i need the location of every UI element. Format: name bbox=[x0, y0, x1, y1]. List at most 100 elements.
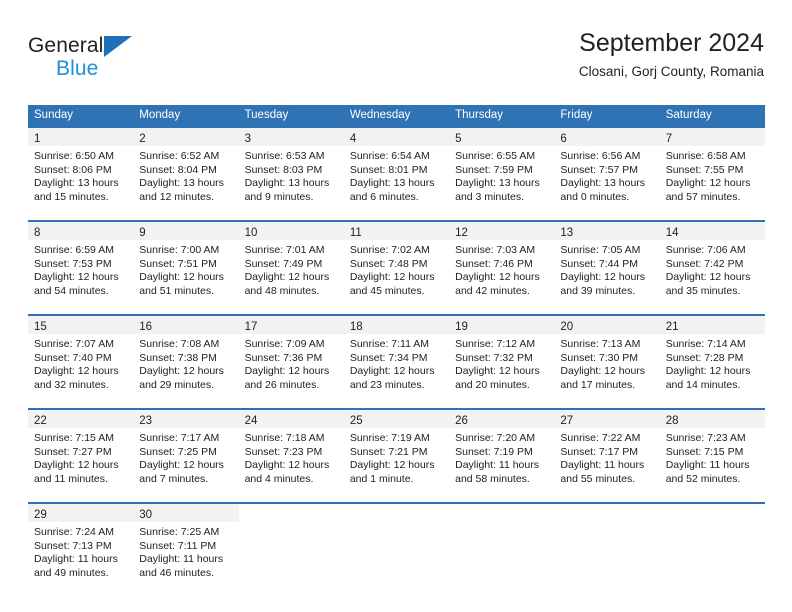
day-details: Sunrise: 6:56 AM Sunset: 7:57 PM Daylight:… bbox=[554, 146, 659, 204]
sunrise-text: Sunrise: 6:58 AM bbox=[665, 150, 746, 162]
day-details: Sunrise: 6:58 AM Sunset: 7:55 PM Daylight:… bbox=[660, 146, 765, 204]
day-number-band: 14 bbox=[659, 222, 765, 240]
daylight-text-line1: Daylight: 12 hours bbox=[34, 271, 119, 284]
calendar-day-cell[interactable]: 24 Sunrise: 7:18 AM Sunset: 7:23 PM Dayligh… bbox=[238, 408, 344, 496]
daylight-text-line1: Daylight: 13 hours bbox=[139, 177, 224, 190]
sunset-text: Sunset: 7:51 PM bbox=[139, 257, 217, 270]
day-cell-inner: 12 Sunrise: 7:03 AM Sunset: 7:46 PM Dayligh… bbox=[449, 222, 555, 308]
day-number-band: 28 bbox=[659, 410, 765, 428]
day-details: Sunrise: 6:52 AM Sunset: 8:04 PM Daylight:… bbox=[133, 146, 238, 204]
day-number: 12 bbox=[455, 227, 468, 239]
calendar-day-cell[interactable]: 1 Sunrise: 6:50 AM Sunset: 8:06 PM Daylight… bbox=[28, 126, 134, 214]
daylight-text-line1: Daylight: 12 hours bbox=[139, 271, 224, 284]
calendar-day-cell[interactable]: 15 Sunrise: 7:07 AM Sunset: 7:40 PM Dayligh… bbox=[28, 314, 134, 402]
calendar-day-cell[interactable]: 19 Sunrise: 7:12 AM Sunset: 7:32 PM Dayligh… bbox=[449, 314, 555, 402]
calendar-day-cell[interactable]: 9 Sunrise: 7:00 AM Sunset: 7:51 PM Daylight… bbox=[133, 220, 239, 308]
calendar-day-cell[interactable]: 27 Sunrise: 7:22 AM Sunset: 7:17 PM Dayligh… bbox=[554, 408, 660, 496]
calendar-day-cell[interactable]: 16 Sunrise: 7:08 AM Sunset: 7:38 PM Dayligh… bbox=[133, 314, 239, 402]
day-cell-inner: 25 Sunrise: 7:19 AM Sunset: 7:21 PM Dayligh… bbox=[343, 410, 450, 496]
day-number-band bbox=[554, 504, 659, 522]
day-cell-inner: 30 Sunrise: 7:25 AM Sunset: 7:11 PM Dayligh… bbox=[133, 504, 239, 590]
sunrise-text: Sunrise: 7:22 AM bbox=[560, 432, 641, 444]
daylight-text-line1: Daylight: 12 hours bbox=[34, 365, 119, 378]
calendar-day-cell[interactable]: 18 Sunrise: 7:11 AM Sunset: 7:34 PM Dayligh… bbox=[343, 314, 450, 402]
calendar-day-cell[interactable]: 4 Sunrise: 6:54 AM Sunset: 8:01 PM Daylight… bbox=[343, 126, 450, 214]
daylight-text-line2: and 48 minutes. bbox=[244, 284, 320, 297]
day-number: 23 bbox=[139, 415, 153, 427]
day-cell-inner bbox=[344, 504, 449, 590]
day-details: Sunrise: 6:55 AM Sunset: 7:59 PM Daylight:… bbox=[449, 146, 554, 204]
day-details: Sunrise: 7:15 AM Sunset: 7:27 PM Daylight:… bbox=[28, 428, 133, 486]
day-number: 8 bbox=[34, 227, 41, 239]
calendar-day-cell[interactable]: 8 Sunrise: 6:59 AM Sunset: 7:53 PM Daylight… bbox=[28, 220, 134, 308]
daylight-text-line1: Daylight: 12 hours bbox=[665, 177, 751, 190]
calendar-day-cell[interactable]: 22 Sunrise: 7:15 AM Sunset: 7:27 PM Dayligh… bbox=[28, 408, 134, 496]
calendar-day-cell[interactable]: 26 Sunrise: 7:20 AM Sunset: 7:19 PM Dayligh… bbox=[449, 408, 555, 496]
day-details: Sunrise: 6:54 AM Sunset: 8:01 PM Daylight:… bbox=[344, 146, 449, 204]
day-cell-inner: 13 Sunrise: 7:05 AM Sunset: 7:44 PM Dayligh… bbox=[554, 222, 660, 308]
sunrise-text: Sunrise: 7:15 AM bbox=[34, 432, 114, 444]
day-cell-inner: 14 Sunrise: 7:06 AM Sunset: 7:42 PM Dayligh… bbox=[659, 222, 765, 308]
calendar-day-cell[interactable]: 7 Sunrise: 6:58 AM Sunset: 7:55 PM Daylight… bbox=[659, 126, 765, 214]
sunset-text: Sunset: 7:17 PM bbox=[560, 445, 639, 458]
calendar-day-cell[interactable]: 5 Sunrise: 6:55 AM Sunset: 7:59 PM Daylight… bbox=[449, 126, 555, 214]
logo-text-general: General bbox=[28, 34, 104, 57]
calendar-day-cell[interactable]: 25 Sunrise: 7:19 AM Sunset: 7:21 PM Dayligh… bbox=[343, 408, 450, 496]
calendar-day-cell[interactable]: 10 Sunrise: 7:01 AM Sunset: 7:49 PM Dayligh… bbox=[238, 220, 344, 308]
sunset-text: Sunset: 8:01 PM bbox=[349, 163, 428, 176]
day-number-band: 5 bbox=[449, 128, 555, 146]
day-details: Sunrise: 6:53 AM Sunset: 8:03 PM Daylight:… bbox=[239, 146, 344, 204]
day-number: 14 bbox=[665, 227, 679, 239]
day-cell-inner: 16 Sunrise: 7:08 AM Sunset: 7:38 PM Dayligh… bbox=[133, 316, 239, 402]
calendar-day-cell[interactable]: 28 Sunrise: 7:23 AM Sunset: 7:15 PM Dayligh… bbox=[659, 408, 765, 496]
sunrise-text: Sunrise: 7:25 AM bbox=[139, 526, 220, 538]
daylight-text-line2: and 6 minutes. bbox=[349, 190, 419, 203]
calendar-day-cell[interactable]: 3 Sunrise: 6:53 AM Sunset: 8:03 PM Daylight… bbox=[238, 126, 344, 214]
day-details: Sunrise: 7:11 AM Sunset: 7:34 PM Daylight:… bbox=[344, 334, 449, 392]
sunset-text: Sunset: 7:48 PM bbox=[349, 257, 428, 270]
calendar-day-cell[interactable]: 12 Sunrise: 7:03 AM Sunset: 7:46 PM Dayligh… bbox=[449, 220, 555, 308]
day-details bbox=[554, 522, 659, 526]
daylight-text-line1: Daylight: 12 hours bbox=[349, 271, 435, 284]
daylight-text-line2: and 45 minutes. bbox=[349, 284, 425, 297]
day-number-band bbox=[660, 504, 765, 522]
calendar-day-cell[interactable]: 29 Sunrise: 7:24 AM Sunset: 7:13 PM Dayligh… bbox=[28, 502, 134, 590]
day-details: Sunrise: 7:08 AM Sunset: 7:38 PM Daylight:… bbox=[133, 334, 238, 392]
day-details: Sunrise: 7:18 AM Sunset: 7:23 PM Daylight:… bbox=[239, 428, 344, 486]
day-number: 9 bbox=[139, 227, 146, 239]
daylight-text-line2: and 14 minutes. bbox=[665, 378, 741, 391]
week-spacer-cell bbox=[28, 496, 765, 503]
sunrise-text: Sunrise: 7:00 AM bbox=[139, 244, 220, 256]
day-number-band: 16 bbox=[133, 316, 239, 334]
calendar-day-cell[interactable]: 6 Sunrise: 6:56 AM Sunset: 7:57 PM Daylight… bbox=[554, 126, 660, 214]
sunrise-text: Sunrise: 7:11 AM bbox=[349, 338, 430, 350]
calendar-day-cell[interactable]: 30 Sunrise: 7:25 AM Sunset: 7:11 PM Dayligh… bbox=[133, 502, 239, 590]
calendar-day-cell[interactable]: 17 Sunrise: 7:09 AM Sunset: 7:36 PM Dayligh… bbox=[238, 314, 344, 402]
calendar-day-cell[interactable]: 23 Sunrise: 7:17 AM Sunset: 7:25 PM Dayligh… bbox=[133, 408, 239, 496]
sunrise-text: Sunrise: 7:23 AM bbox=[665, 432, 746, 444]
daylight-text-line2: and 1 minute. bbox=[349, 472, 414, 485]
sunrise-text: Sunrise: 7:24 AM bbox=[34, 526, 114, 538]
day-details: Sunrise: 7:13 AM Sunset: 7:30 PM Daylight:… bbox=[554, 334, 659, 392]
sunset-text: Sunset: 7:21 PM bbox=[349, 445, 428, 458]
generalblue-logo[interactable]: General Blue bbox=[28, 34, 268, 90]
calendar-day-cell[interactable]: 20 Sunrise: 7:13 AM Sunset: 7:30 PM Dayligh… bbox=[554, 314, 660, 402]
day-details: Sunrise: 7:19 AM Sunset: 7:21 PM Daylight:… bbox=[344, 428, 449, 486]
calendar-day-cell[interactable]: 21 Sunrise: 7:14 AM Sunset: 7:28 PM Dayligh… bbox=[659, 314, 765, 402]
calendar-day-cell[interactable]: 13 Sunrise: 7:05 AM Sunset: 7:44 PM Dayligh… bbox=[554, 220, 660, 308]
daylight-text-line1: Daylight: 13 hours bbox=[455, 177, 540, 190]
sunset-text: Sunset: 7:19 PM bbox=[455, 445, 533, 458]
day-number: 18 bbox=[349, 321, 363, 333]
daylight-text-line2: and 26 minutes. bbox=[244, 378, 320, 391]
sunrise-text: Sunrise: 7:19 AM bbox=[349, 432, 430, 444]
calendar-day-cell[interactable]: 14 Sunrise: 7:06 AM Sunset: 7:42 PM Dayligh… bbox=[659, 220, 765, 308]
sunrise-text: Sunrise: 7:03 AM bbox=[455, 244, 536, 256]
day-cell-inner: 2 Sunrise: 6:52 AM Sunset: 8:04 PM Daylight… bbox=[133, 128, 239, 214]
day-number-band: 10 bbox=[238, 222, 344, 240]
week-spacer-cell bbox=[28, 214, 765, 221]
calendar-day-cell[interactable]: 11 Sunrise: 7:02 AM Sunset: 7:48 PM Dayligh… bbox=[343, 220, 450, 308]
day-number-band: 29 bbox=[28, 504, 134, 522]
calendar-day-cell[interactable]: 2 Sunrise: 6:52 AM Sunset: 8:04 PM Daylight… bbox=[133, 126, 239, 214]
sunset-text: Sunset: 7:40 PM bbox=[34, 351, 112, 364]
sunrise-text: Sunrise: 6:55 AM bbox=[455, 150, 536, 162]
